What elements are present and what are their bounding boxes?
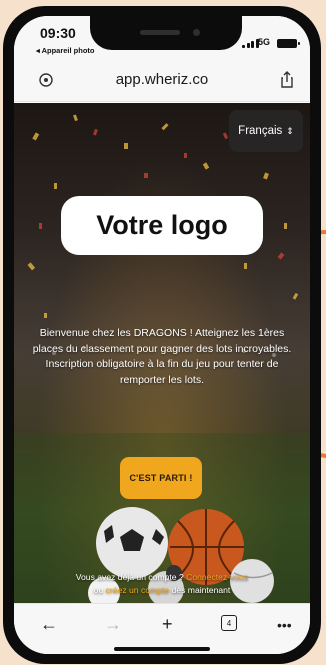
welcome-text: Bienvenue chez les DRAGONS ! Atteignez l… bbox=[32, 327, 292, 386]
account-prefix: Vous avez déjà un compte ? bbox=[75, 572, 184, 582]
phone-notch bbox=[90, 16, 242, 50]
phone-frame: 09:30 ◂ Appareil photo 5G app.wheriz.co bbox=[3, 6, 321, 664]
language-label: Français bbox=[238, 125, 283, 137]
browser-toolbar: ← → + 4 ••• bbox=[14, 603, 310, 654]
account-suffix: dès maintenant bbox=[171, 585, 231, 595]
chevron-updown-icon: ⇕ bbox=[286, 125, 294, 136]
url-text[interactable]: app.wheriz.co bbox=[14, 71, 310, 88]
signal-icon bbox=[242, 39, 259, 48]
back-to-app-link[interactable]: ◂ Appareil photo bbox=[36, 46, 94, 55]
language-selector[interactable]: Français ⇕ bbox=[229, 110, 303, 152]
back-arrow-icon[interactable]: ← bbox=[40, 614, 58, 635]
page-content: Français ⇕ Votre logo Bienvenue chez les… bbox=[14, 103, 310, 603]
speaker-grille bbox=[140, 30, 180, 35]
phone-screen: 09:30 ◂ Appareil photo 5G app.wheriz.co bbox=[14, 16, 310, 654]
stage: 09:30 ◂ Appareil photo 5G app.wheriz.co bbox=[0, 0, 326, 665]
status-time: 09:30 bbox=[40, 25, 76, 41]
tabs-button[interactable]: 4 bbox=[221, 615, 237, 631]
login-link[interactable]: Connectez-vous bbox=[186, 572, 248, 582]
signup-link[interactable]: créez un compte bbox=[106, 585, 170, 595]
address-bar[interactable]: app.wheriz.co bbox=[14, 60, 310, 102]
front-camera bbox=[193, 29, 200, 36]
forward-arrow-icon[interactable]: → bbox=[104, 614, 122, 635]
or-text: ou bbox=[93, 585, 104, 595]
start-button[interactable]: C'EST PARTI ! bbox=[120, 457, 202, 499]
home-indicator bbox=[114, 647, 210, 651]
share-icon[interactable] bbox=[280, 71, 294, 88]
battery-icon bbox=[277, 39, 300, 48]
more-options-icon[interactable]: ••• bbox=[277, 617, 292, 633]
new-tab-plus-icon[interactable]: + bbox=[162, 614, 173, 635]
account-prompt: Vous avez déjà un compte ? Connectez-vou… bbox=[14, 571, 310, 597]
logo-placeholder: Votre logo bbox=[61, 196, 263, 255]
network-type: 5G bbox=[258, 37, 271, 47]
